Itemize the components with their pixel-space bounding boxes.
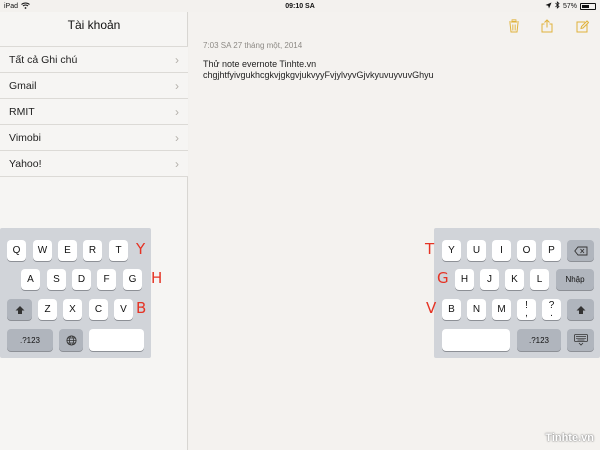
status-bar: iPad 09:10 SA 57%: [0, 0, 600, 12]
shift-icon: [15, 305, 24, 314]
battery-level: [582, 4, 589, 8]
split-keyboard-left: Q W E R T A S D F G Z X C V .?123: [0, 228, 151, 358]
shift-icon: [576, 305, 585, 314]
key-k[interactable]: K: [505, 269, 524, 290]
globe-key[interactable]: [59, 329, 83, 351]
compose-icon[interactable]: [575, 19, 589, 35]
account-item-label: Vimobi: [9, 131, 41, 144]
key-secondary-char: .: [550, 307, 553, 319]
key-t[interactable]: T: [109, 240, 128, 261]
return-key[interactable]: Nhập: [556, 269, 594, 290]
shift-key-right[interactable]: [567, 299, 594, 320]
chevron-right-icon: ›: [175, 130, 179, 145]
note-text-line-1[interactable]: Thử note evernote Tinhte.vn: [203, 59, 316, 69]
key-q[interactable]: Q: [7, 240, 26, 261]
location-icon: [545, 2, 552, 11]
status-right: 57%: [545, 1, 596, 11]
wifi-icon: [21, 2, 30, 11]
key-exclamation[interactable]: ! ,: [517, 299, 536, 320]
device-name: iPad: [4, 2, 19, 10]
delete-icon: [573, 246, 587, 255]
key-i[interactable]: I: [492, 240, 511, 261]
key-j[interactable]: J: [480, 269, 499, 290]
account-item-all-notes[interactable]: Tất cả Ghi chú ›: [0, 47, 188, 73]
key-e[interactable]: E: [58, 240, 77, 261]
key-b[interactable]: B: [442, 299, 461, 320]
chevron-right-icon: ›: [175, 156, 179, 171]
note-date: 7:03 SA 27 tháng một, 2014: [203, 41, 303, 50]
account-item-vimobi[interactable]: Vimobi ›: [0, 125, 188, 151]
space-bar-right[interactable]: [442, 329, 510, 351]
annotation-letter-t: T: [425, 240, 435, 258]
key-o[interactable]: O: [517, 240, 536, 261]
annotation-letter-h: H: [151, 269, 163, 287]
key-u[interactable]: U: [467, 240, 486, 261]
shift-key[interactable]: [7, 299, 32, 320]
key-y[interactable]: Y: [442, 240, 461, 261]
key-v[interactable]: V: [114, 299, 133, 320]
chevron-right-icon: ›: [175, 104, 179, 119]
globe-icon: [65, 334, 77, 346]
account-item-rmit[interactable]: RMIT ›: [0, 99, 188, 125]
hide-keyboard-key[interactable]: [567, 329, 594, 351]
share-icon[interactable]: [540, 19, 554, 35]
numbers-key[interactable]: .?123: [7, 329, 53, 351]
status-time: 09:10 SA: [285, 2, 315, 10]
key-p[interactable]: P: [542, 240, 561, 261]
chevron-right-icon: ›: [175, 52, 179, 67]
key-d[interactable]: D: [72, 269, 91, 290]
key-z[interactable]: Z: [38, 299, 57, 320]
key-secondary-char: ,: [525, 307, 528, 319]
space-bar-left[interactable]: [89, 329, 144, 351]
account-item-gmail[interactable]: Gmail ›: [0, 73, 188, 99]
note-text-line-2[interactable]: chgjhtfyivgukhcgkvjgkgvjukvyyFvjylvyvGjv…: [203, 70, 434, 80]
annotation-letter-b: B: [136, 299, 147, 317]
status-left: iPad: [4, 2, 30, 11]
key-w[interactable]: W: [33, 240, 52, 261]
annotation-letter-g: G: [437, 269, 449, 287]
key-c[interactable]: C: [89, 299, 108, 320]
annotation-letter-y: Y: [136, 240, 146, 258]
account-item-label: Tất cả Ghi chú: [9, 53, 78, 66]
account-item-label: Yahoo!: [9, 157, 42, 170]
key-r[interactable]: R: [83, 240, 102, 261]
numbers-key-right[interactable]: .?123: [517, 329, 561, 351]
key-n[interactable]: N: [467, 299, 486, 320]
account-item-label: Gmail: [9, 79, 37, 92]
delete-key[interactable]: [567, 240, 594, 261]
key-question[interactable]: ? .: [542, 299, 561, 320]
keyboard-hide-icon: [573, 334, 588, 346]
chevron-right-icon: ›: [175, 78, 179, 93]
key-g[interactable]: G: [123, 269, 142, 290]
key-f[interactable]: F: [97, 269, 116, 290]
bluetooth-icon: [555, 1, 560, 11]
key-h[interactable]: H: [455, 269, 474, 290]
key-l[interactable]: L: [530, 269, 549, 290]
annotation-letter-v: V: [426, 299, 437, 317]
watermark: Tinhte.vn: [545, 432, 594, 444]
account-list: Tất cả Ghi chú › Gmail › RMIT › Vimobi ›…: [0, 46, 188, 177]
key-m[interactable]: M: [492, 299, 511, 320]
sidebar-title: Tài khoản: [67, 18, 121, 32]
account-item-label: RMIT: [9, 105, 35, 118]
key-s[interactable]: S: [47, 269, 66, 290]
split-keyboard-right: Y U I O P H J K L Nhập B N M ! , ? . .?1…: [434, 228, 600, 358]
key-x[interactable]: X: [63, 299, 82, 320]
battery-percent: 57%: [562, 2, 577, 10]
account-item-yahoo[interactable]: Yahoo! ›: [0, 151, 188, 177]
key-a[interactable]: A: [21, 269, 40, 290]
trash-icon[interactable]: [507, 19, 521, 35]
battery-icon: [580, 2, 596, 10]
